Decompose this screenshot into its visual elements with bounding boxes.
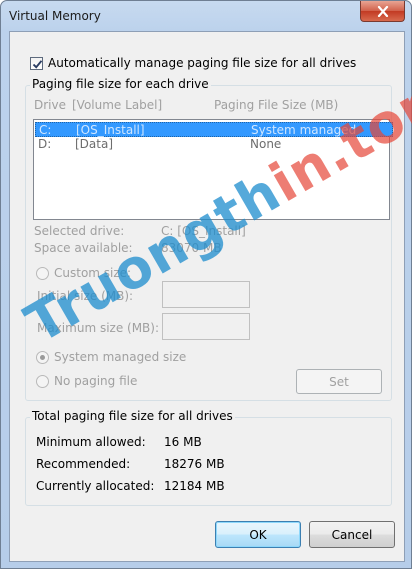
column-volume-header: [Volume Label] bbox=[72, 98, 163, 112]
custom-size-label[interactable]: Custom size: bbox=[54, 266, 131, 280]
close-button[interactable] bbox=[360, 1, 405, 22]
drive-letter: D: bbox=[38, 137, 52, 151]
drive-row-c[interactable]: C: [OS_Install] System managed bbox=[35, 122, 393, 137]
close-icon bbox=[377, 5, 388, 17]
no-paging-label[interactable]: No paging file bbox=[54, 374, 137, 388]
minimum-allowed-value: 16 MB bbox=[164, 435, 202, 449]
currently-allocated-value: 12184 MB bbox=[164, 479, 225, 493]
drive-size: None bbox=[250, 137, 282, 151]
system-managed-label[interactable]: System managed size bbox=[54, 350, 186, 364]
initial-size-input[interactable] bbox=[162, 281, 250, 308]
currently-allocated-label: Currently allocated: bbox=[36, 479, 155, 493]
auto-manage-label[interactable]: Automatically manage paging file size fo… bbox=[48, 56, 356, 70]
drive-letter: C: bbox=[39, 123, 52, 137]
drive-label: [OS_Install] bbox=[76, 123, 145, 137]
window-title: Virtual Memory bbox=[9, 9, 101, 23]
initial-size-label: Initial size (MB): bbox=[37, 289, 134, 303]
selected-drive-label: Selected drive: bbox=[34, 224, 125, 238]
dialog-client-area: Automatically manage paging file size fo… bbox=[9, 31, 405, 562]
maximum-size-label: Maximum size (MB): bbox=[37, 321, 160, 335]
virtual-memory-window: Virtual Memory Automatically manage pagi… bbox=[0, 0, 412, 569]
maximum-size-input[interactable] bbox=[162, 313, 250, 340]
paging-group-title: Paging file size for each drive bbox=[30, 77, 211, 91]
drive-row-d[interactable]: D: [Data] None bbox=[35, 137, 393, 152]
ok-button[interactable]: OK bbox=[215, 521, 301, 548]
selected-drive-value: C: [OS_Install] bbox=[161, 224, 246, 238]
drive-label: [Data] bbox=[75, 137, 114, 151]
checkmark-icon bbox=[32, 60, 43, 69]
system-managed-radio[interactable] bbox=[36, 351, 49, 364]
custom-size-radio[interactable] bbox=[36, 267, 49, 280]
space-available-value: 83070 MB bbox=[161, 241, 222, 255]
space-available-label: Space available: bbox=[34, 241, 133, 255]
set-button[interactable]: Set bbox=[296, 369, 382, 394]
cancel-button[interactable]: Cancel bbox=[309, 521, 395, 548]
drive-size: System managed bbox=[251, 123, 357, 137]
recommended-value: 18276 MB bbox=[164, 457, 225, 471]
column-drive-header: Drive bbox=[34, 98, 66, 112]
title-bar[interactable]: Virtual Memory bbox=[1, 1, 411, 31]
column-size-header: Paging File Size (MB) bbox=[214, 98, 339, 112]
minimum-allowed-label: Minimum allowed: bbox=[36, 435, 146, 449]
auto-manage-checkbox[interactable] bbox=[30, 57, 43, 70]
no-paging-radio[interactable] bbox=[36, 375, 49, 388]
drive-list[interactable]: C: [OS_Install] System managed D: [Data]… bbox=[33, 119, 393, 220]
recommended-label: Recommended: bbox=[36, 457, 131, 471]
total-group-title: Total paging file size for all drives bbox=[30, 409, 235, 423]
